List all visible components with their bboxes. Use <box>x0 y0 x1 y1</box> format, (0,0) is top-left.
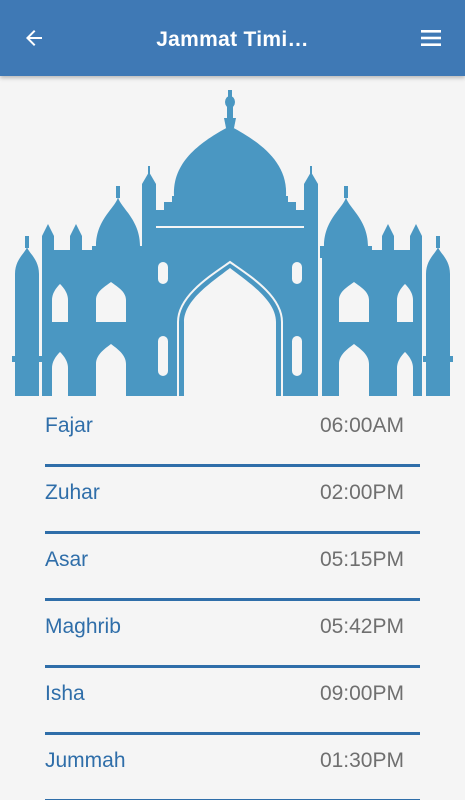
prayer-time: 06:00AM <box>319 414 404 437</box>
prayer-time: 09:00PM <box>319 682 404 705</box>
app-toolbar: Jammat Timi… <box>0 0 465 76</box>
prayer-time: 05:15PM <box>319 548 404 571</box>
prayer-row-asar[interactable]: Asar 05:15PM <box>45 534 420 601</box>
prayer-name: Isha <box>45 682 85 705</box>
prayer-name: Fajar <box>45 414 93 437</box>
prayer-row-isha[interactable]: Isha 09:00PM <box>45 668 420 735</box>
prayer-name: Jummah <box>45 749 126 772</box>
prayer-name: Zuhar <box>45 481 100 504</box>
prayer-row-jummah[interactable]: Jummah 01:30PM <box>45 735 420 800</box>
prayer-times-list: Fajar 06:00AM Zuhar 02:00PM Asar 05:15PM Maghr… <box>45 400 420 800</box>
prayer-row-zuhar[interactable]: Zuhar 02:00PM <box>45 467 420 534</box>
prayer-time: 05:42PM <box>319 615 404 638</box>
hamburger-menu-icon <box>421 30 441 46</box>
menu-button[interactable] <box>411 18 451 58</box>
prayer-row-fajar[interactable]: Fajar 06:00AM <box>45 400 420 467</box>
app-screen: Jammat Timi… Fajar 06:00AM Zuhar 02:00PM… <box>0 0 465 800</box>
page-title: Jammat Timi… <box>156 28 309 51</box>
prayer-row-maghrib[interactable]: Maghrib 05:42PM <box>45 601 420 668</box>
prayer-name: Asar <box>45 548 89 571</box>
prayer-name: Maghrib <box>45 615 121 638</box>
mosque-icon <box>12 90 453 396</box>
prayer-time: 02:00PM <box>319 481 404 504</box>
prayer-time: 01:30PM <box>319 749 404 772</box>
